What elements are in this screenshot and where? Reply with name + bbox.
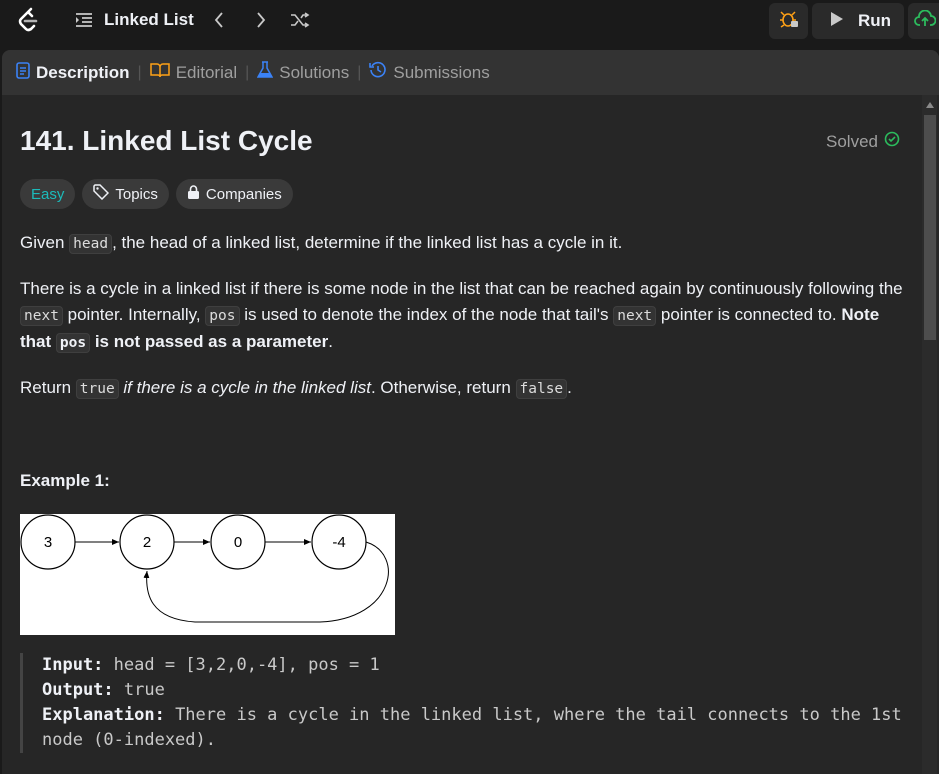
problem-list-icon[interactable] (74, 10, 94, 30)
tab-divider: | (245, 63, 250, 81)
inline-code: next (613, 306, 657, 326)
solved-label: Solved (826, 131, 878, 151)
difficulty-badge: Easy (20, 179, 76, 209)
description-paragraph-3: Return true if there is a cycle in the l… (20, 378, 572, 399)
cloud-upload-icon (914, 9, 937, 33)
linked-list-diagram: 3 2 0 -4 (20, 514, 395, 635)
shuffle-icon[interactable] (290, 10, 310, 30)
tab-solutions[interactable]: Solutions (256, 50, 349, 95)
description-panel: Description | Editorial | Solutions | Su… (2, 50, 939, 774)
inline-code: head (69, 234, 113, 254)
play-icon (830, 11, 844, 32)
inline-code: true (75, 379, 119, 399)
tab-divider: | (357, 63, 362, 81)
tab-bar: Description | Editorial | Solutions | Su… (2, 50, 939, 95)
tab-divider: | (137, 63, 142, 81)
topics-button[interactable]: Topics (82, 179, 169, 209)
check-circle-icon (884, 131, 900, 152)
flask-icon (256, 61, 274, 84)
tab-submissions[interactable]: Submissions (369, 50, 490, 95)
tab-description[interactable]: Description (16, 50, 130, 95)
node-value: -4 (332, 534, 345, 551)
example-explanation: Explanation: There is a cycle in the lin… (42, 705, 902, 750)
document-icon (16, 61, 30, 84)
inline-code: pos (205, 306, 240, 326)
example-output: Output: true (42, 680, 165, 700)
top-bar: Linked List Run (0, 0, 939, 42)
inline-code: next (20, 306, 63, 326)
inline-code: false (515, 379, 568, 399)
inline-code: pos (55, 333, 91, 353)
problem-list-title[interactable]: Linked List (104, 10, 194, 30)
example-heading: Example 1: (20, 471, 110, 490)
example-block: Input: head = [3,2,0,-4], pos = 1 Output… (20, 653, 910, 753)
book-icon (149, 62, 170, 83)
tag-icon (93, 184, 110, 204)
lock-icon (187, 184, 200, 204)
chevron-left-icon[interactable] (209, 10, 229, 30)
debug-button[interactable] (769, 3, 808, 39)
example-input: Input: head = [3,2,0,-4], pos = 1 (42, 655, 380, 675)
node-value: 0 (234, 534, 242, 551)
scrollbar-thumb[interactable] (924, 115, 936, 340)
tab-editorial[interactable]: Editorial (149, 50, 237, 95)
companies-button[interactable]: Companies (175, 179, 293, 209)
problem-title: 141. Linked List Cycle (20, 125, 313, 156)
submit-button[interactable] (908, 3, 939, 39)
solved-status: Solved (826, 131, 900, 152)
leetcode-logo-icon[interactable] (16, 7, 40, 33)
description-paragraph-2: There is a cycle in a linked list if the… (20, 279, 903, 353)
run-label: Run (858, 11, 892, 30)
node-value: 2 (143, 534, 151, 551)
history-icon (369, 61, 387, 84)
description-paragraph-1: Given head, the head of a linked list, d… (20, 233, 623, 254)
problem-tags: Easy Topics Companies (20, 179, 293, 209)
scroll-up-arrow-icon[interactable] (924, 99, 936, 111)
run-button[interactable]: Run (812, 3, 904, 39)
bug-icon (779, 9, 799, 34)
chevron-right-icon[interactable] (251, 10, 271, 30)
node-value: 3 (44, 534, 52, 551)
